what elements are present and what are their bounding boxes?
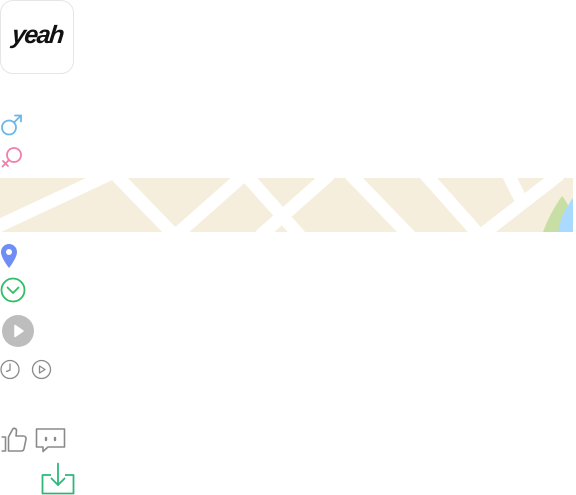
play-outline-icon [31,359,52,380]
male-symbol-icon [0,113,24,137]
map-preview[interactable] [0,178,573,232]
download-button[interactable] [41,462,75,495]
location-pin-icon [0,243,18,269]
thumbs-up-icon [1,427,27,452]
comment-button[interactable] [35,425,67,453]
like-button[interactable] [0,425,28,453]
clock-icon [0,359,21,380]
play-circle-icon [2,315,34,347]
female-symbol-icon [0,145,24,169]
play-button[interactable] [1,315,35,349]
app-logo: yeah [0,0,74,74]
download-icon [41,462,75,495]
chat-bubble-icon [35,428,66,453]
chevron-down-circle-icon [0,277,26,303]
app-logo-text: yeah [10,21,65,49]
expand-button[interactable] [0,277,26,303]
